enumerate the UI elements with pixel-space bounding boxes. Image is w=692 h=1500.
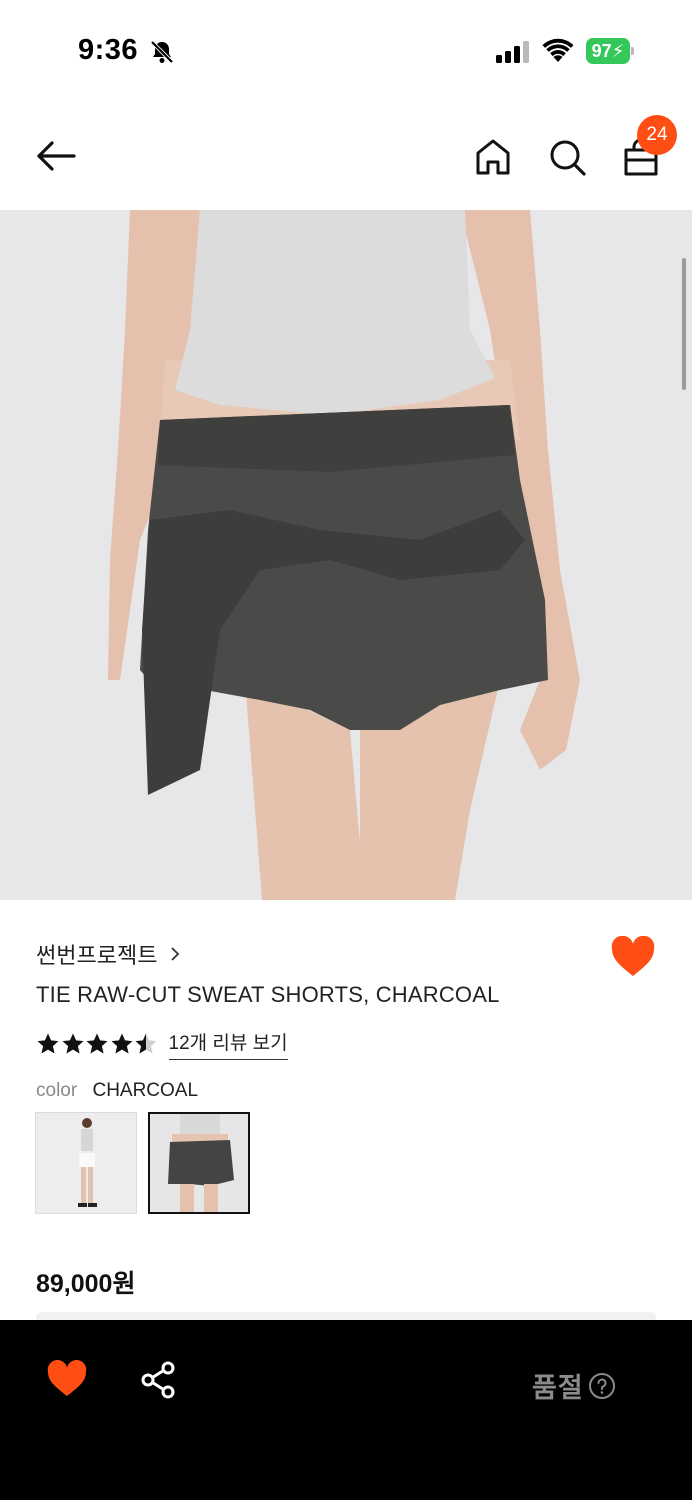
rating-row: 12개 리뷰 보기 [36,1028,288,1060]
cart-count-badge: 24 [637,115,677,155]
star-icon [86,1033,108,1054]
status-time: 9:36 [78,34,139,66]
product-image[interactable] [0,210,692,900]
chevron-right-icon [171,947,180,961]
sold-out-label: 품절 [532,1373,584,1403]
heart-icon[interactable] [610,936,656,978]
swatch-thumbnail [36,1113,136,1213]
battery-cap [631,47,634,55]
color-row: color CHARCOAL [36,1080,198,1102]
bell-slash-icon [150,40,174,64]
arrow-left-icon[interactable] [34,138,78,174]
brand-link[interactable]: 썬번프로젝트 [36,938,181,970]
product-photo [108,210,580,900]
battery-charging-icon: 97⚡ [586,38,634,64]
battery-percent: 97 [591,41,612,61]
product-price: 89,000원 [36,1270,136,1298]
search-icon[interactable] [546,136,588,178]
star-half-icon [135,1033,157,1054]
review-link[interactable]: 12개 리뷰 보기 [168,1028,288,1060]
question-circle-icon[interactable] [588,1372,616,1400]
swatch-white-variant[interactable] [35,1112,137,1214]
star-icon [62,1033,83,1054]
home-icon[interactable] [472,136,514,178]
swatch-thumbnail [150,1114,248,1212]
heart-icon[interactable] [46,1360,88,1398]
swatch-charcoal-variant[interactable] [148,1112,250,1214]
product-title: TIE RAW-CUT SWEAT SHORTS, CHARCOAL [36,982,500,1007]
status-bar: 9:36 97⚡ [0,0,692,100]
star-rating [36,1032,159,1056]
color-label: color [36,1080,78,1101]
color-value: CHARCOAL [92,1080,199,1101]
battery-level: 97⚡ [591,41,625,61]
wifi-icon [542,38,574,62]
star-icon [111,1033,132,1054]
sold-out-status: 품절 [532,1366,616,1405]
cellular-signal-icon [496,41,529,63]
star-icon [37,1033,59,1054]
share-icon[interactable] [138,1360,178,1400]
top-nav: 24 [0,100,692,210]
image-scroll-indicator [682,258,686,390]
brand-name: 썬번프로젝트 [36,943,158,968]
bottom-action-bar: 품절 [0,1320,692,1500]
